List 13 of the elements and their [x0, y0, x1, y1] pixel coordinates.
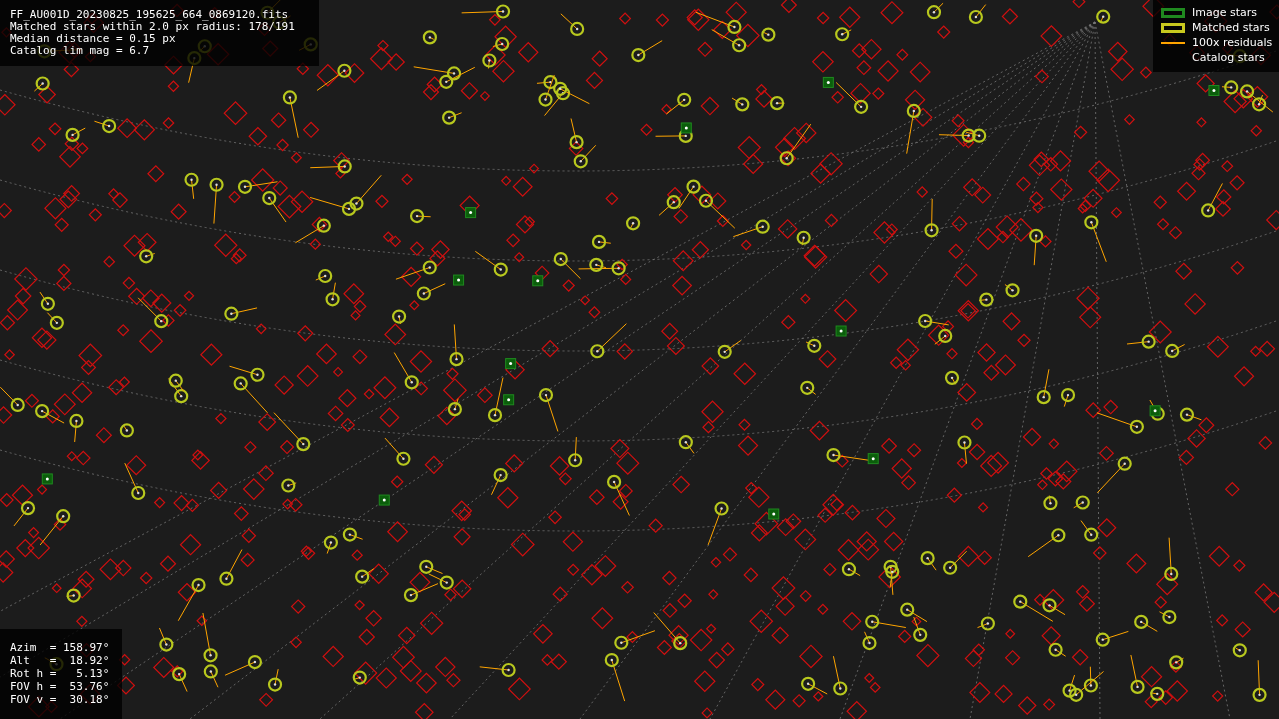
info-text: FF_AU001D_20230825_195625_664_0869120.fits [10, 9, 290, 21]
pointing-text: Alt = 18.92° [10, 654, 111, 667]
pointing-text: Azim = 158.97° [10, 641, 111, 654]
pointing-text: FOV v = 30.18° [10, 693, 111, 706]
info-text: Median distance = 0.15 px [10, 33, 177, 45]
pointing-text: Rot h = 5.13° [10, 667, 111, 680]
pointing-text: FOV h = 53.76° [10, 680, 111, 693]
legend-label: Catalog stars [1192, 51, 1265, 64]
legend-label: Image stars [1192, 6, 1257, 19]
info-text: Matched stars within 2.0 px radius: 178/191 [10, 21, 296, 33]
legend-label: 100x residuals [1192, 36, 1273, 49]
info-text: Catalog lim mag = 6.7 [10, 45, 151, 57]
legend-label: Matched stars [1192, 21, 1270, 34]
